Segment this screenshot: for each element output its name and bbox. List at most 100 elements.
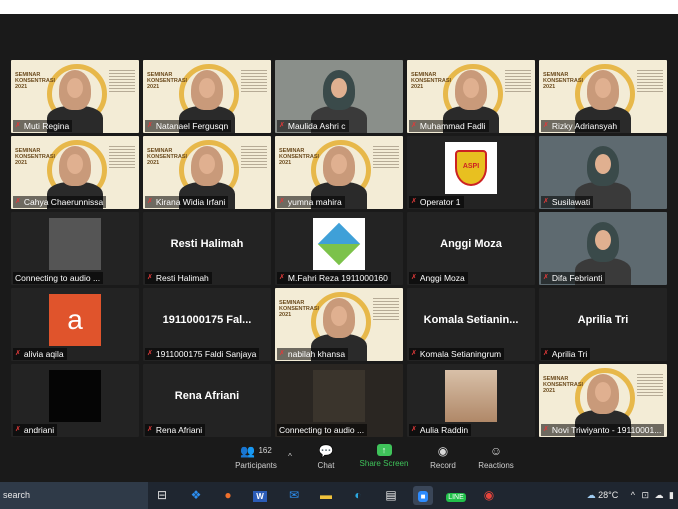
participant-tile[interactable]: ✗ M.Fahri Reza 1911000160 — [275, 212, 403, 285]
participant-video — [587, 374, 619, 414]
firefox-icon[interactable]: ● — [218, 486, 238, 505]
participant-name-label: ✗ Komala Setianingrum — [409, 348, 505, 360]
participant-tile[interactable]: ASPI ✗ Operator 1 — [407, 136, 535, 209]
participant-name: Rena Afriani — [155, 425, 203, 435]
line-app-icon[interactable]: LINE — [446, 486, 466, 505]
participant-name-label: ✗ Aulia Raddin — [409, 424, 472, 436]
participant-name: Muhammad Fadli — [419, 121, 486, 131]
participants-button[interactable]: 👥 162 Participants — [227, 444, 285, 470]
participant-display-name: Resti Halimah — [170, 238, 244, 250]
participant-name-label: ✗ Rena Afriani — [145, 424, 206, 436]
participant-name-label: ✗ M.Fahri Reza 1911000160 — [277, 272, 391, 284]
record-button[interactable]: ◉ Record — [413, 444, 473, 470]
participant-tile[interactable]: SEMINAR KONSENTRASI 2021 ✗ Cahya Chaerunniss… — [11, 136, 139, 209]
participant-tile[interactable]: Aprilia Tri ✗ Aprilia Tri — [539, 288, 667, 361]
mic-muted-icon: ✗ — [543, 122, 549, 129]
participant-tile[interactable]: Connecting to audio ... — [275, 364, 403, 437]
participants-chevron-icon[interactable]: ^ — [283, 452, 297, 461]
mic-muted-icon: ✗ — [279, 198, 285, 205]
participant-tile[interactable]: ✗ Difa Febrianti — [539, 212, 667, 285]
edge-icon[interactable]: ◐ — [348, 486, 368, 505]
participant-tile[interactable]: SEMINAR KONSENTRASI 2021 ✗ Novi Triwiyanto -… — [539, 364, 667, 437]
poster-title: SEMINAR KONSENTRASI 2021 — [147, 148, 188, 166]
participant-tile[interactable]: SEMINAR KONSENTRASI 2021 ✗ Muti Regina — [11, 60, 139, 133]
chat-icon: 💬 — [318, 444, 334, 458]
mic-muted-icon: ✗ — [543, 426, 549, 433]
participant-tile[interactable]: ✗ Maulida Ashri c — [275, 60, 403, 133]
participant-name-label: ✗ 1911000175 Faldi Sanjaya — [145, 348, 260, 360]
participant-name: Anggi Moza — [419, 273, 465, 283]
file-explorer-icon[interactable]: ▬ — [316, 486, 336, 505]
app-window-icon[interactable]: ▤ — [381, 486, 401, 505]
participant-tile[interactable]: SEMINAR KONSENTRASI 2021 ✗ Rizky Adriansyah — [539, 60, 667, 133]
participant-name: yumna mahira — [287, 197, 342, 207]
poster-title: SEMINAR KONSENTRASI 2021 — [279, 148, 320, 166]
participant-name: Rizky Adriansyah — [551, 121, 618, 131]
reactions-button[interactable]: ☺ Reactions — [466, 444, 526, 470]
battery-icon[interactable]: ▮ — [669, 490, 674, 500]
task-view-icon[interactable]: ⊟ — [152, 486, 172, 505]
participant-name-label: ✗ Resti Halimah — [145, 272, 212, 284]
participant-tile[interactable]: ✗ andriani — [11, 364, 139, 437]
participant-name-label: ✗ Natanael Fergusqn — [145, 120, 232, 132]
word-icon[interactable]: W — [250, 486, 270, 505]
mic-muted-icon: ✗ — [543, 350, 549, 357]
chat-button[interactable]: 💬 Chat — [296, 444, 356, 470]
participant-tile[interactable]: Connecting to audio ... — [11, 212, 139, 285]
participant-tile[interactable]: 1911000175 Fal... ✗ 1911000175 Faldi Sanja… — [143, 288, 271, 361]
weather-cloud-icon[interactable]: ☁ — [587, 490, 596, 500]
participant-name-label: ✗ Muti Regina — [13, 120, 73, 132]
participant-tile[interactable]: ✗ Aulia Raddin — [407, 364, 535, 437]
participant-tile[interactable]: SEMINAR KONSENTRASI 2021 ✗ Natanael Fergusqn — [143, 60, 271, 133]
poster-text-block — [505, 70, 531, 92]
participant-name: Maulida Ashri c — [287, 121, 346, 131]
participant-video — [191, 70, 223, 110]
cube-avatar — [313, 218, 365, 270]
participant-tile[interactable]: ✗ Susilawati — [539, 136, 667, 209]
participant-name: Connecting to audio ... — [15, 273, 101, 283]
participant-name: Aprilia Tri — [551, 349, 588, 359]
participant-display-name: Rena Afriani — [174, 390, 240, 402]
meeting-toolbar: 👥 162 Participants ^ 💬 Chat ↑ Share Scre… — [0, 440, 678, 482]
taskbar-search[interactable]: search — [0, 482, 148, 509]
participant-tile[interactable]: Resti Halimah ✗ Resti Halimah — [143, 212, 271, 285]
participant-tile[interactable]: Komala Setianin... ✗ Komala Setianingrum — [407, 288, 535, 361]
mic-muted-icon: ✗ — [147, 350, 153, 357]
participant-name: Natanael Fergusqn — [155, 121, 229, 131]
mic-muted-icon: ✗ — [411, 350, 417, 357]
participant-name: Komala Setianingrum — [419, 349, 502, 359]
participant-display-name: Komala Setianin... — [423, 314, 519, 326]
poster-title: SEMINAR KONSENTRASI 2021 — [147, 72, 188, 90]
poster-text-block — [637, 374, 663, 396]
screen: SEMINAR KONSENTRASI 2021 ✗ Muti Regina SEMINA… — [0, 0, 678, 509]
mic-muted-icon: ✗ — [15, 198, 21, 205]
poster-text-block — [637, 70, 663, 92]
participant-tile[interactable]: SEMINAR KONSENTRASI 2021 ✗ Kirana Widia Irfa… — [143, 136, 271, 209]
participant-name-label: ✗ Difa Febrianti — [541, 272, 606, 284]
chat-label: Chat — [317, 461, 335, 470]
dropbox-icon[interactable]: ❖ — [186, 486, 206, 505]
mail-icon[interactable]: ✉ — [284, 486, 304, 505]
participant-tile[interactable]: Rena Afriani ✗ Rena Afriani — [143, 364, 271, 437]
chrome-icon[interactable]: ◉ — [479, 486, 499, 505]
participant-name: andriani — [23, 425, 55, 435]
photo-avatar — [445, 370, 497, 422]
participant-tile[interactable]: SEMINAR KONSENTRASI 2021 ✗ Muhammad Fadli — [407, 60, 535, 133]
participant-display-name: Aprilia Tri — [577, 314, 629, 326]
poster-title: SEMINAR KONSENTRASI 2021 — [543, 72, 584, 90]
zoom-app-icon[interactable]: ■ — [413, 486, 433, 505]
participant-tile[interactable]: a ✗ alivia aqila — [11, 288, 139, 361]
participant-tile[interactable]: Anggi Moza ✗ Anggi Moza — [407, 212, 535, 285]
participant-tile[interactable]: SEMINAR KONSENTRASI 2021 ✗ yumna mahira — [275, 136, 403, 209]
participant-name: Muti Regina — [23, 121, 70, 131]
share-screen-button[interactable]: ↑ Share Screen — [354, 444, 414, 468]
participant-name: alivia aqila — [23, 349, 64, 359]
poster-text-block — [241, 70, 267, 92]
onedrive-cloud-icon[interactable]: ☁ — [655, 490, 664, 500]
share-screen-icon: ↑ — [376, 444, 392, 456]
tray-chevron-icon[interactable]: ^ — [631, 490, 635, 500]
temperature-text: 28°C — [598, 490, 619, 500]
participant-name-label: ✗ Aprilia Tri — [541, 348, 591, 360]
participant-tile[interactable]: SEMINAR KONSENTRASI 2021 ✗ nabilah khansa — [275, 288, 403, 361]
tray-camera-icon[interactable]: ⊡ — [641, 490, 649, 500]
